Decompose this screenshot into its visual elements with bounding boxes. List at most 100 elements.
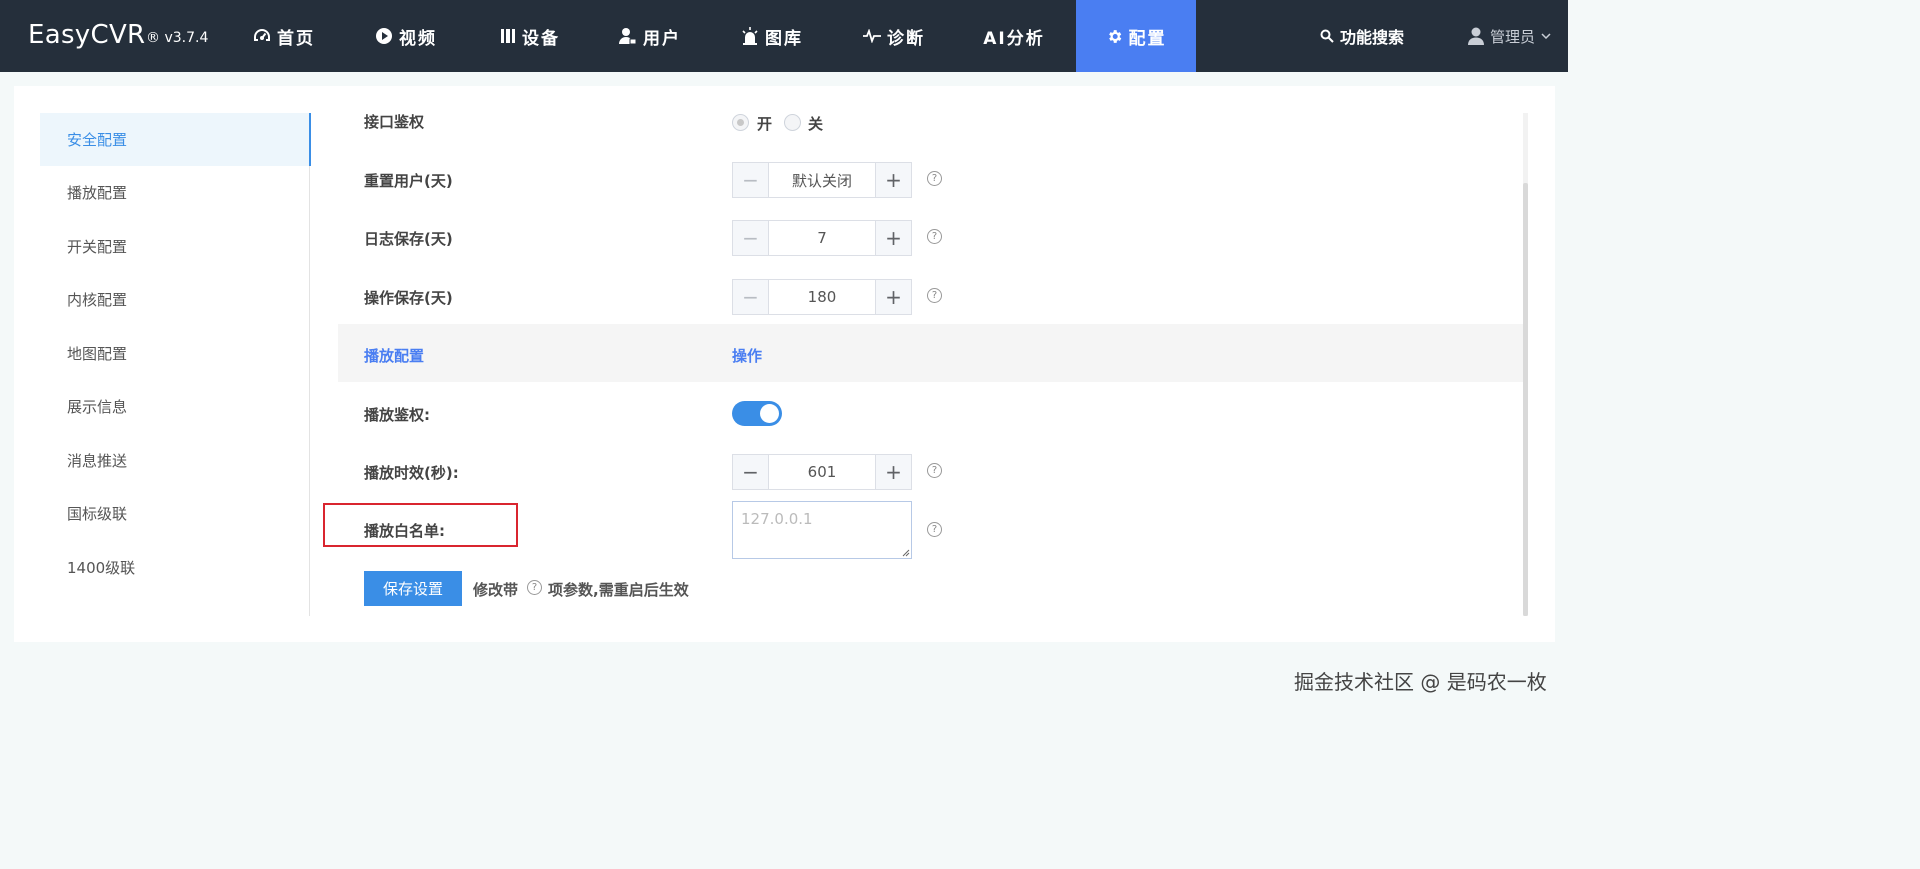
sidebar-item-label: 播放配置 xyxy=(67,184,128,202)
restart-note-prefix: 修改带 xyxy=(473,581,519,599)
section-title: 播放配置 xyxy=(364,347,425,365)
nav-video-label: 视频 xyxy=(399,28,437,49)
sidebar-item-label: 国标级联 xyxy=(67,505,128,523)
sidebar-item-security[interactable]: 安全配置 xyxy=(40,113,311,166)
reset-user-label: 重置用户(天) xyxy=(364,172,453,190)
sidebar-item-label: 开关配置 xyxy=(67,238,128,256)
sidebar-item-play[interactable]: 播放配置 xyxy=(40,166,310,219)
nav-config[interactable]: 配置 xyxy=(1076,0,1196,72)
sidebar-item-kernel[interactable]: 内核配置 xyxy=(40,273,310,326)
nav-gallery[interactable]: 图库 xyxy=(726,0,818,72)
chevron-down-icon xyxy=(1541,33,1551,39)
feature-search-label: 功能搜索 xyxy=(1340,28,1405,47)
play-timeout-help-icon[interactable]: ? xyxy=(927,463,942,478)
play-timeout-stepper[interactable]: − 601 + xyxy=(732,454,912,490)
sidebar-item-display-info[interactable]: 展示信息 xyxy=(40,380,310,433)
sidebar-item-1400-cascade[interactable]: 1400级联 xyxy=(40,541,310,594)
play-timeout-increment-button[interactable]: + xyxy=(875,455,911,489)
log-keep-label: 日志保存(天) xyxy=(364,230,453,248)
nav-user[interactable]: 用户 xyxy=(604,0,696,72)
nav-video[interactable]: 视频 xyxy=(360,0,452,72)
watermark-text: 掘金技术社区 @ 是码农一枚 xyxy=(1294,670,1547,694)
sidebar-item-label: 消息推送 xyxy=(67,452,128,470)
sidebar-item-push[interactable]: 消息推送 xyxy=(40,434,310,487)
sidebar-item-label: 内核配置 xyxy=(67,291,128,309)
nav-device[interactable]: 设备 xyxy=(484,0,576,72)
nav-ai-label: AI分析 xyxy=(983,28,1045,49)
nav-gallery-label: 图库 xyxy=(765,28,803,49)
version-label: ® v3.7.4 xyxy=(146,30,209,46)
section-header xyxy=(338,324,1523,382)
sidebar-item-switch[interactable]: 开关配置 xyxy=(40,220,310,273)
dashboard-icon xyxy=(254,29,270,41)
play-timeout-decrement-button[interactable]: − xyxy=(733,455,769,489)
play-whitelist-help-icon[interactable]: ? xyxy=(927,522,942,537)
reset-user-value[interactable]: 默认关闭 xyxy=(769,163,875,197)
reset-user-stepper[interactable]: − 默认关闭 + xyxy=(732,162,912,198)
api-auth-label: 接口鉴权 xyxy=(364,113,425,131)
gear-icon xyxy=(1108,29,1121,43)
api-auth-on-label[interactable]: 开 xyxy=(757,113,772,134)
play-auth-label: 播放鉴权: xyxy=(364,406,430,424)
play-whitelist-placeholder: 127.0.0.1 xyxy=(741,510,813,528)
sidebar-item-map[interactable]: 地图配置 xyxy=(40,327,310,380)
play-timeout-label: 播放时效(秒): xyxy=(364,464,459,482)
log-keep-value[interactable]: 7 xyxy=(769,221,875,255)
nav-user-label: 用户 xyxy=(643,28,681,49)
content-scrollbar[interactable] xyxy=(1523,113,1528,616)
sidebar-item-label: 1400级联 xyxy=(67,559,136,577)
config-sidebar: 安全配置 播放配置 开关配置 内核配置 地图配置 展示信息 消息推送 国标级联 … xyxy=(40,113,311,616)
log-keep-help-icon[interactable]: ? xyxy=(927,229,942,244)
api-auth-off-label[interactable]: 关 xyxy=(808,113,823,134)
nav-diagnose-label: 诊断 xyxy=(887,28,925,49)
nav-home[interactable]: 首页 xyxy=(238,0,330,72)
api-auth-on-radio[interactable] xyxy=(732,114,749,131)
reset-user-help-icon[interactable]: ? xyxy=(927,171,942,186)
sidebar-item-label: 展示信息 xyxy=(67,398,128,416)
note-help-icon: ? xyxy=(527,580,542,595)
nav-home-label: 首页 xyxy=(277,28,315,49)
nav-diagnose[interactable]: 诊断 xyxy=(848,0,940,72)
search-icon xyxy=(1320,29,1334,43)
pulse-icon xyxy=(863,29,881,43)
sidebar-item-label: 地图配置 xyxy=(67,345,128,363)
op-keep-label: 操作保存(天) xyxy=(364,289,453,307)
toggle-knob xyxy=(760,404,779,423)
op-keep-help-icon[interactable]: ? xyxy=(927,288,942,303)
device-columns-icon xyxy=(501,29,515,43)
brand-logo: EasyCVR xyxy=(28,20,146,50)
resize-handle-icon[interactable] xyxy=(902,549,910,557)
op-keep-increment-button[interactable]: + xyxy=(875,280,911,314)
op-keep-decrement-button[interactable]: − xyxy=(733,280,769,314)
user-name: 管理员 xyxy=(1490,27,1536,46)
nav-ai[interactable]: AI分析 xyxy=(968,0,1060,72)
log-keep-increment-button[interactable]: + xyxy=(875,221,911,255)
reset-user-increment-button[interactable]: + xyxy=(875,163,911,197)
scrollbar-thumb[interactable] xyxy=(1523,183,1528,616)
play-timeout-value[interactable]: 601 xyxy=(769,455,875,489)
play-whitelist-label: 播放白名单: xyxy=(364,522,445,540)
user-menu[interactable]: 管理员 xyxy=(1468,0,1557,72)
op-keep-stepper[interactable]: − 180 + xyxy=(732,279,912,315)
reset-user-decrement-button[interactable]: − xyxy=(733,163,769,197)
active-indicator xyxy=(309,113,311,166)
save-settings-button[interactable]: 保存设置 xyxy=(364,571,462,606)
log-keep-decrement-button[interactable]: − xyxy=(733,221,769,255)
nav-config-label: 配置 xyxy=(1128,28,1167,49)
play-whitelist-textarea[interactable]: 127.0.0.1 xyxy=(732,501,912,559)
nav-device-label: 设备 xyxy=(522,28,560,49)
play-circle-icon xyxy=(376,28,392,44)
user-lock-icon xyxy=(619,28,637,45)
top-navbar: EasyCVR ® v3.7.4 首页 视频 设备 用户 图库 诊断 AI分析 … xyxy=(0,0,1568,72)
restart-note-suffix: 项参数,需重启后生效 xyxy=(548,581,689,599)
sidebar-item-gb-cascade[interactable]: 国标级联 xyxy=(40,487,310,540)
play-auth-toggle[interactable] xyxy=(732,401,782,426)
section-action-header: 操作 xyxy=(732,347,763,365)
feature-search-button[interactable]: 功能搜索 xyxy=(1320,0,1404,72)
user-icon xyxy=(1468,27,1484,45)
api-auth-off-radio[interactable] xyxy=(784,114,801,131)
alarm-light-icon xyxy=(742,27,758,45)
log-keep-stepper[interactable]: − 7 + xyxy=(732,220,912,256)
op-keep-value[interactable]: 180 xyxy=(769,280,875,314)
sidebar-item-label: 安全配置 xyxy=(67,131,128,149)
